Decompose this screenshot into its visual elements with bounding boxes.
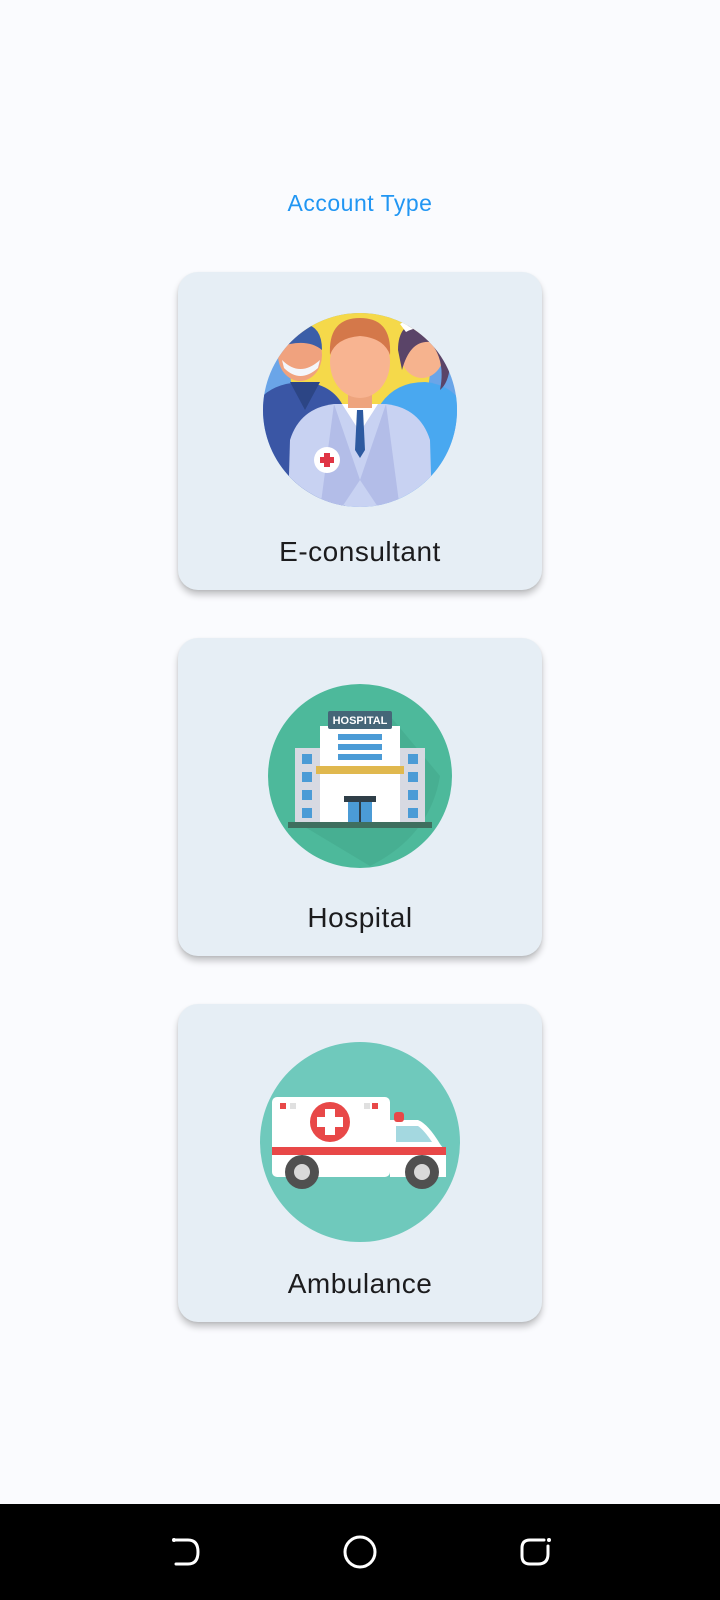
hospital-card[interactable]: HOSPITAL Hospital [178,638,542,956]
navigation-bar [0,1504,720,1600]
doctors-group-icon [260,310,460,510]
hospital-sign-text: HOSPITAL [333,715,388,727]
page-title: Account Type [287,190,433,216]
e-consultant-card[interactable]: E-consultant [178,272,542,590]
ambulance-icon [260,1042,460,1242]
back-icon[interactable] [162,1530,206,1574]
ambulance-card[interactable]: Ambulance [178,1004,542,1322]
status-bar [0,0,720,72]
home-icon[interactable] [338,1530,382,1574]
hospital-building-icon: HOSPITAL [260,676,460,876]
recents-icon[interactable] [514,1530,558,1574]
account-type-label: E-consultant [279,536,441,567]
account-type-label: Hospital [307,902,413,933]
account-type-label: Ambulance [287,1268,433,1299]
